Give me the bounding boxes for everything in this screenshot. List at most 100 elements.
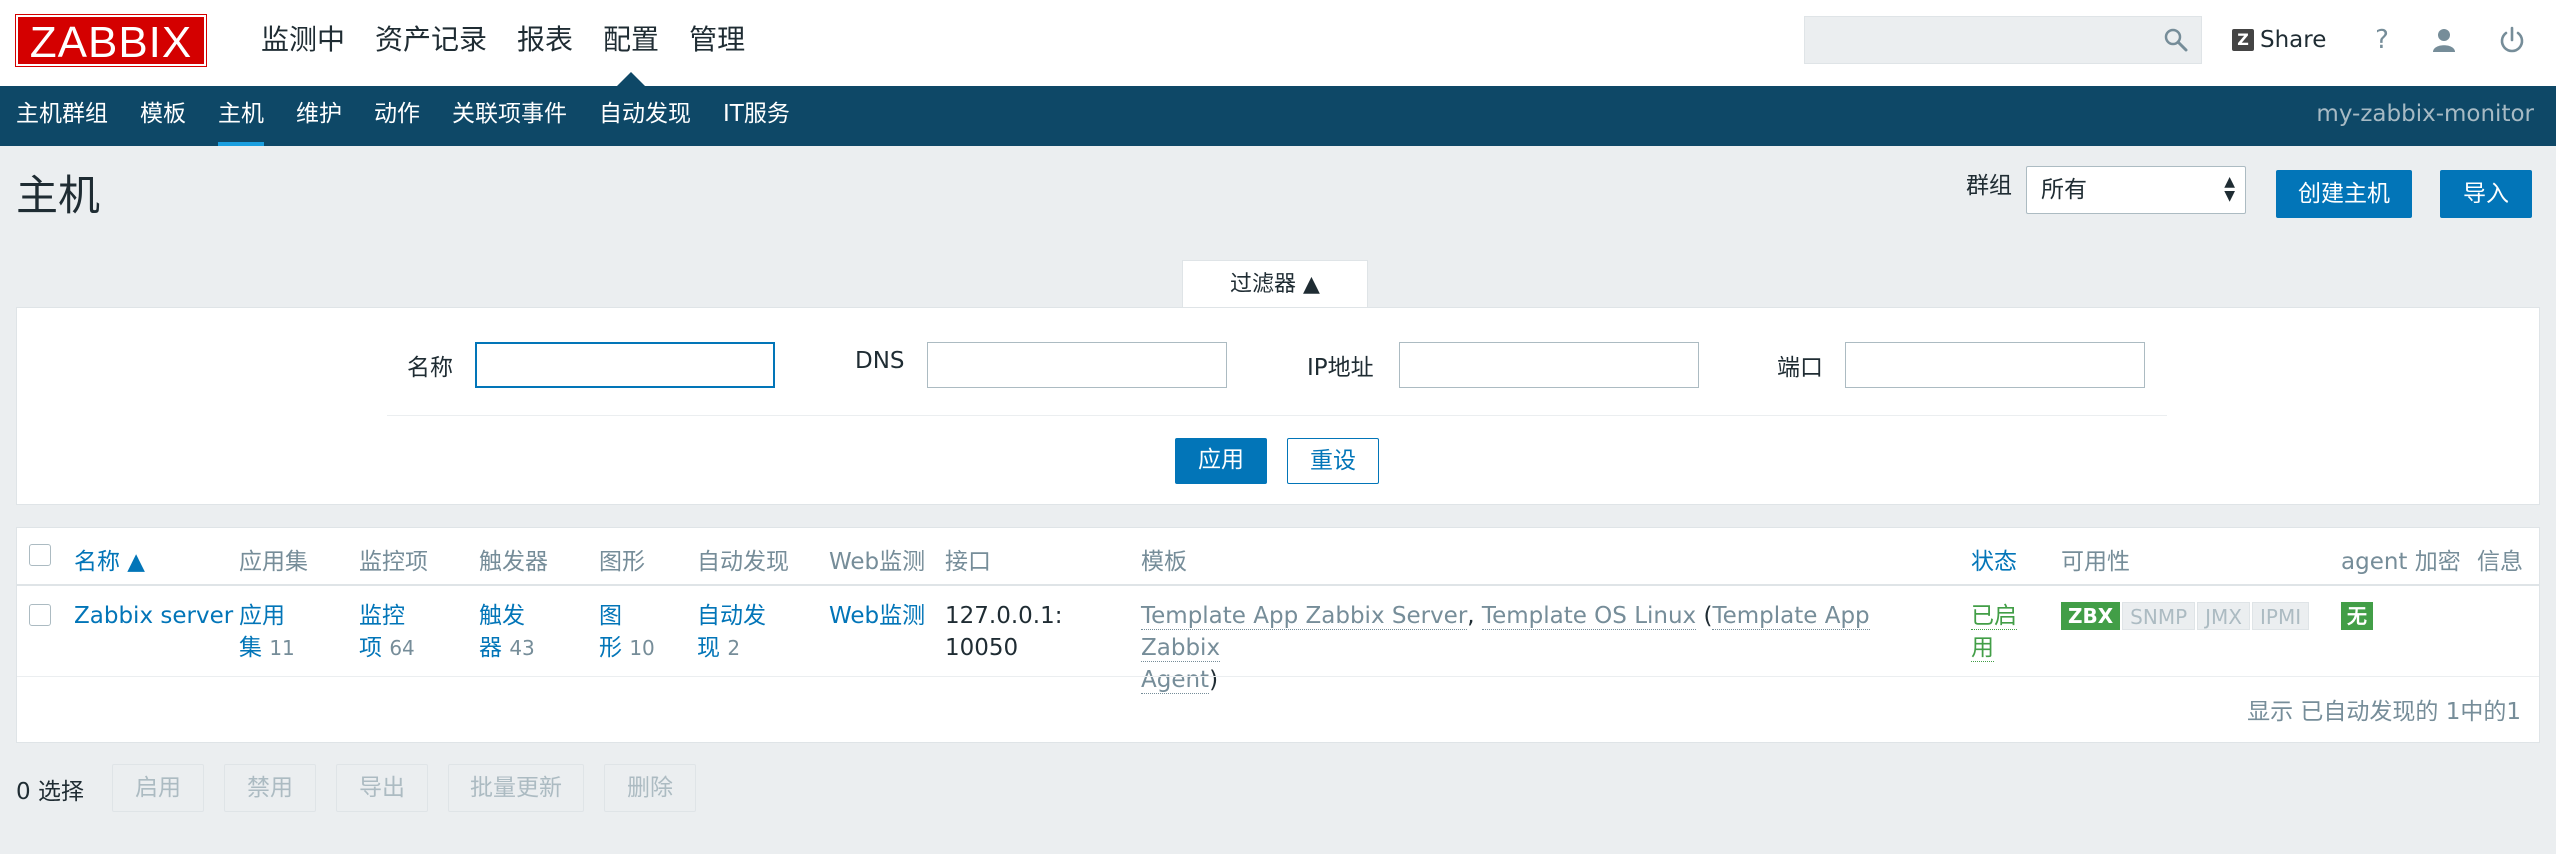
- items-link[interactable]: 监控: [359, 603, 405, 629]
- filter-port-label: 端口: [1777, 355, 1823, 381]
- filter-panel: 名称 DNS IP地址 端口 应用 重设: [16, 307, 2540, 505]
- reset-button[interactable]: 重设: [1287, 438, 1379, 484]
- applications-link[interactable]: 应用: [239, 603, 285, 629]
- header-status[interactable]: 状态: [1971, 542, 2017, 576]
- snmp-badge: SNMP: [2122, 602, 2196, 630]
- sub-menu-templates[interactable]: 模板: [124, 86, 202, 146]
- interface-address: 127.0.0.1:: [945, 603, 1063, 629]
- graphs-link-cont[interactable]: 形: [599, 635, 622, 661]
- select-arrows-icon: ▲ ▼: [2224, 174, 2235, 204]
- header-web: Web监测: [829, 549, 926, 575]
- ipmi-badge: IPMI: [2252, 602, 2310, 630]
- status-link-cont[interactable]: 用: [1971, 635, 1994, 662]
- graphs-link[interactable]: 图: [599, 603, 622, 629]
- zabbix-logo[interactable]: ZABBIX: [15, 14, 207, 67]
- delete-button[interactable]: 删除: [604, 764, 696, 812]
- discovery-link[interactable]: 自动发: [697, 603, 766, 629]
- sub-menu-event-correlation[interactable]: 关联项事件: [436, 86, 583, 146]
- header-graphs: 图形: [599, 549, 645, 575]
- triggers-count: 43: [509, 636, 535, 660]
- sub-menu-bar: 主机群组 模板 主机 维护 动作 关联项事件 自动发现 IT服务 my-zabb…: [0, 86, 2556, 146]
- main-menu-reports[interactable]: 报表: [502, 0, 588, 86]
- group-select-value: 所有: [2041, 177, 2087, 203]
- sub-menu-discovery[interactable]: 自动发现: [583, 86, 707, 146]
- filter-dns-input[interactable]: [927, 342, 1227, 388]
- template-link-os-linux[interactable]: Template OS Linux: [1481, 603, 1697, 630]
- filter-dns-label: DNS: [855, 348, 905, 374]
- filter-name-label: 名称: [407, 355, 453, 381]
- main-menu-configuration[interactable]: 配置: [588, 0, 674, 86]
- sub-menu-hosts[interactable]: 主机: [202, 86, 280, 146]
- templates-cell: Template App Zabbix Server, Template OS …: [1141, 603, 1870, 694]
- apply-button[interactable]: 应用: [1175, 438, 1267, 484]
- header-divider: [17, 584, 2539, 586]
- main-menu-monitoring[interactable]: 监测中: [246, 0, 360, 86]
- graphs-count: 10: [629, 636, 655, 660]
- filter-ip-input[interactable]: [1399, 342, 1699, 388]
- export-button[interactable]: 导出: [336, 764, 428, 812]
- header-availability: 可用性: [2061, 549, 2130, 575]
- filter-port-input[interactable]: [1845, 342, 2145, 388]
- sub-menu-actions[interactable]: 动作: [358, 86, 436, 146]
- header-encryption: agent 加密: [2341, 549, 2461, 575]
- import-button[interactable]: 导入: [2440, 170, 2532, 218]
- row-checkbox[interactable]: [29, 604, 51, 626]
- template-link-app-zabbix-server[interactable]: Template App Zabbix Server: [1141, 603, 1468, 630]
- items-cell: 监控 项 64: [359, 600, 415, 664]
- triggers-link[interactable]: 触发: [479, 603, 525, 629]
- sign-out-icon[interactable]: [2494, 22, 2530, 58]
- availability-badges: ZBX SNMP JMX IPMI: [2061, 602, 2311, 630]
- discovery-link-cont[interactable]: 现: [697, 635, 720, 661]
- applications-cell: 应用 集 11: [239, 600, 295, 664]
- share-label: Share: [2260, 27, 2327, 53]
- server-name: my-zabbix-monitor: [2316, 101, 2534, 127]
- search-input[interactable]: [1804, 16, 2202, 64]
- sub-menu: 主机群组 模板 主机 维护 动作 关联项事件 自动发现 IT服务: [0, 86, 806, 146]
- interface-cell: 127.0.0.1: 10050: [945, 600, 1062, 664]
- hosts-table: 名称 ▲ 应用集 监控项 触发器 图形 自动发现 Web监测 接口 模板 状态 …: [16, 527, 2540, 743]
- header-interface: 接口: [945, 549, 991, 575]
- help-icon[interactable]: ?: [2364, 22, 2400, 58]
- discovery-count: 2: [727, 636, 741, 660]
- graphs-cell: 图 形 10: [599, 600, 655, 664]
- triggers-link-cont[interactable]: 器: [479, 635, 502, 661]
- status-link[interactable]: 已启: [1971, 603, 2017, 630]
- mass-update-button[interactable]: 批量更新: [448, 764, 584, 812]
- header-name[interactable]: 名称 ▲: [74, 542, 145, 576]
- items-link-cont[interactable]: 项: [359, 635, 382, 661]
- filter-name-input[interactable]: [475, 342, 775, 388]
- select-all-checkbox[interactable]: [29, 544, 51, 566]
- row-divider: [17, 676, 2539, 677]
- page-title: 主机: [16, 171, 101, 220]
- web-link[interactable]: Web监测: [829, 600, 925, 632]
- header-templates: 模板: [1141, 549, 1187, 575]
- share-button[interactable]: Z Share: [2232, 24, 2326, 56]
- enable-button[interactable]: 启用: [112, 764, 204, 812]
- filter-tab[interactable]: 过滤器 ▲: [1182, 260, 1368, 308]
- sub-menu-maintenance[interactable]: 维护: [280, 86, 358, 146]
- group-select[interactable]: 所有 ▲ ▼: [2026, 166, 2246, 214]
- group-label: 群组: [1966, 173, 2012, 199]
- top-bar: ZABBIX 监测中 资产记录 报表 配置 管理 Z Share ?: [0, 0, 2556, 86]
- main-menu-inventory[interactable]: 资产记录: [360, 0, 502, 86]
- interface-port: 10050: [945, 635, 1019, 661]
- status-cell: 已启 用: [1971, 600, 2017, 664]
- header-discovery: 自动发现: [697, 549, 789, 575]
- selected-count: 0 选择: [16, 779, 84, 805]
- sub-menu-it-services[interactable]: IT服务: [707, 86, 806, 146]
- disable-button[interactable]: 禁用: [224, 764, 316, 812]
- applications-count: 11: [269, 636, 295, 660]
- sub-menu-host-groups[interactable]: 主机群组: [0, 86, 124, 146]
- create-host-button[interactable]: 创建主机: [2276, 170, 2412, 218]
- applications-link-cont[interactable]: 集: [239, 635, 262, 661]
- main-menu-administration[interactable]: 管理: [674, 0, 760, 86]
- host-name-link[interactable]: Zabbix server: [74, 600, 233, 632]
- encryption-badge: 无: [2341, 602, 2373, 630]
- header-triggers: 触发器: [479, 549, 548, 575]
- filter-ip-label: IP地址: [1307, 355, 1374, 381]
- filter-divider: [387, 415, 2167, 416]
- user-profile-icon[interactable]: [2426, 22, 2462, 58]
- items-count: 64: [389, 636, 415, 660]
- template-link-app-zabbix-agent-cont[interactable]: Agent: [1141, 667, 1210, 694]
- search-icon[interactable]: [2163, 27, 2189, 53]
